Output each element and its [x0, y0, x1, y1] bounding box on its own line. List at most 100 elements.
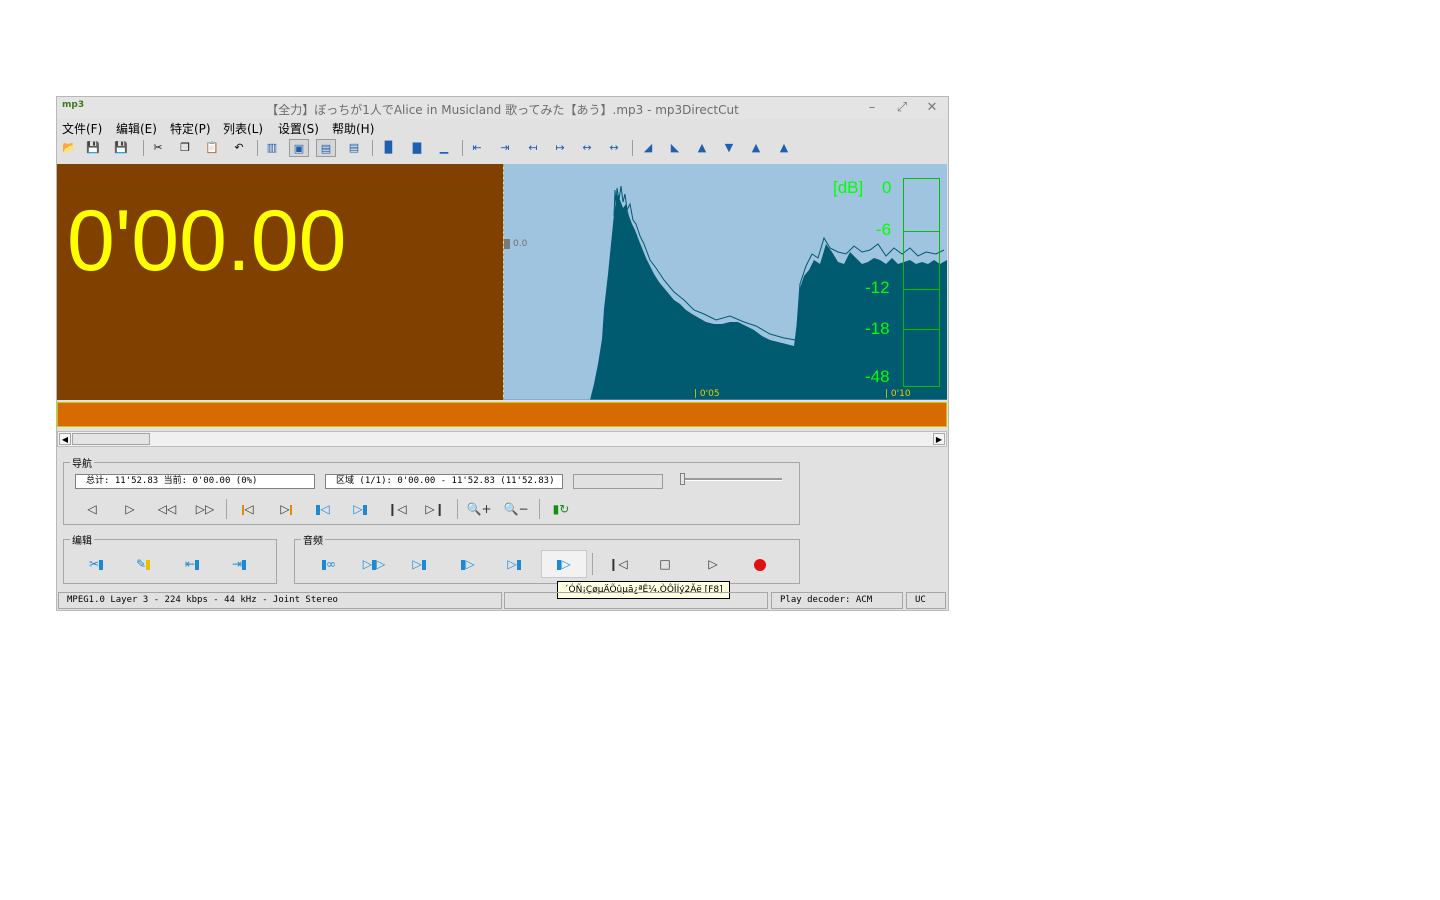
fade-in-icon[interactable]: ◢: [638, 139, 658, 157]
nav-next-cue-icon[interactable]: ▷: [272, 499, 300, 519]
copy-icon[interactable]: ❐: [175, 139, 195, 157]
nav-fast-forward-icon[interactable]: ▷▷: [191, 499, 219, 519]
time-display-panel: 0'00.00: [57, 164, 503, 400]
menu-edit[interactable]: 编辑(E): [116, 120, 157, 137]
db-unit-label: [dB]: [833, 178, 864, 197]
loop-icon[interactable]: ▮↻: [547, 499, 575, 519]
menu-special[interactable]: 特定(P): [170, 120, 211, 137]
position-info-field: 总计: 11'52.83 当前: 0'00.00 (0%): [75, 474, 315, 489]
status-uc: UC: [906, 592, 946, 609]
navigation-group-label: 导航: [70, 455, 94, 470]
edit-marker-icon[interactable]: ✎: [129, 554, 157, 574]
scroll-thumb[interactable]: [72, 433, 150, 445]
volume-slider-thumb[interactable]: [680, 473, 685, 485]
undo-icon[interactable]: ↶: [229, 139, 249, 157]
menu-file[interactable]: 文件(F): [62, 120, 102, 137]
db-label-48: -48: [865, 367, 890, 386]
close-button[interactable]: ✕: [923, 99, 941, 117]
db-label-0: 0: [882, 178, 892, 197]
nav-sel-end-icon[interactable]: ▷: [346, 499, 374, 519]
title-bar[interactable]: mp3 【全力】ぼっちが1人でAlice in Musicland 歌ってみた【…: [57, 97, 948, 119]
db-label-18: -18: [865, 319, 890, 338]
nav-file-begin-icon[interactable]: ❙◁: [383, 499, 411, 519]
audio-group-label: 音频: [301, 532, 325, 547]
menu-list[interactable]: 列表(L): [223, 120, 263, 137]
progress-field: [573, 474, 663, 489]
time-label-5s: | 0'05: [694, 389, 720, 399]
play-to-end-icon[interactable]: ▷: [500, 554, 528, 574]
nav-back-icon[interactable]: ◁: [78, 499, 106, 519]
toolbar: 📂 💾 💾 ✂ ❐ 📋 ↶ ▥ ▣ ▤ ▤ ▉ ▇ ▁ ⇤ ⇥ ↤ ↦ ↔ ↔ …: [57, 137, 948, 159]
play-from-begin-icon[interactable]: ▷: [454, 554, 482, 574]
menu-bar: 文件(F) 编辑(E) 特定(P) 列表(L) 设置(S) 帮助(H): [57, 119, 948, 137]
cut-icon[interactable]: ✂: [148, 139, 168, 157]
nav-sel-begin-icon[interactable]: ◁: [309, 499, 337, 519]
edit-set-begin-icon[interactable]: ⇤: [178, 554, 206, 574]
view-mode-3-icon[interactable]: ▤: [344, 139, 364, 157]
db-label-6: -6: [876, 220, 892, 239]
play-to-begin-icon[interactable]: ▷: [405, 554, 433, 574]
menu-help[interactable]: 帮助(H): [332, 120, 374, 137]
goto-end-icon[interactable]: ↦: [550, 139, 570, 157]
volume-down-icon[interactable]: ▼: [719, 139, 739, 157]
db-label-12: -12: [865, 278, 890, 297]
zoom-out-icon[interactable]: 🔍−: [502, 499, 530, 519]
goto-begin-icon[interactable]: ↤: [523, 139, 543, 157]
time-display: 0'00.00: [67, 193, 347, 289]
nav-fast-back-icon[interactable]: ◁◁: [153, 499, 181, 519]
time-label-10s: | 0'10: [885, 389, 911, 399]
status-format: MPEG1.0 Layer 3 - 224 kbps - 44 kHz - Jo…: [58, 592, 502, 609]
edit-set-end-icon[interactable]: ⇥: [225, 554, 253, 574]
edit-group-label: 编辑: [70, 532, 94, 547]
level-meter: [903, 178, 940, 387]
set-end-icon[interactable]: ⇥: [495, 139, 515, 157]
play-icon[interactable]: ▷: [699, 554, 727, 574]
edit-group: 编辑 ✂ ✎ ⇤ ⇥: [63, 532, 277, 584]
play-from-end-icon[interactable]: ▷: [541, 550, 587, 578]
region-marker[interactable]: [504, 239, 510, 249]
view-mode-2-icon[interactable]: ▤: [316, 139, 336, 157]
fade-out-icon[interactable]: ◣: [665, 139, 685, 157]
open-folder-icon[interactable]: 📂: [59, 139, 79, 157]
normalize-icon[interactable]: ▲: [746, 139, 766, 157]
status-decoder: Play decoder: ACM: [771, 592, 903, 609]
view-mode-1-icon[interactable]: ▣: [289, 139, 309, 157]
window-title: 【全力】ぼっちが1人でAlice in Musicland 歌ってみた【あう】.…: [266, 103, 739, 117]
rewind-icon[interactable]: ❙◁: [604, 554, 632, 574]
edit-cut-icon[interactable]: ✂: [82, 554, 110, 574]
set-begin-icon[interactable]: ⇤: [467, 139, 487, 157]
nav-file-end-icon[interactable]: ▷❙: [421, 499, 449, 519]
app-window: mp3 【全力】ぼっちが1人でAlice in Musicland 歌ってみた【…: [56, 96, 949, 611]
volume-slider-track[interactable]: [680, 478, 782, 481]
horizontal-scrollbar[interactable]: ◀ ▶: [57, 431, 947, 447]
paste-icon[interactable]: 📋: [202, 139, 222, 157]
menu-settings[interactable]: 设置(S): [278, 120, 319, 137]
stop-icon[interactable]: □: [651, 554, 679, 574]
play-loop-icon[interactable]: ∞: [309, 554, 349, 574]
zoom-in-icon[interactable]: 🔍+: [465, 499, 493, 519]
waveform-half-icon[interactable]: ▇: [407, 139, 427, 157]
move-begin-icon[interactable]: ↔: [577, 139, 597, 157]
region-info-field: 区域 (1/1): 0'00.00 - 11'52.83 (11'52.83): [325, 474, 563, 489]
marker-label: 0.0: [513, 239, 528, 249]
maximize-button[interactable]: ⤢: [893, 99, 911, 117]
scroll-left-icon[interactable]: ◀: [59, 433, 71, 445]
waveform-low-icon[interactable]: ▁: [434, 139, 454, 157]
audio-group: 音频 ∞ ▷ ▷ ▷ ▷ ▷ ▷ ❙◁ □ ▷: [294, 532, 800, 584]
selection-bar[interactable]: [57, 402, 947, 427]
status-middle: [504, 592, 768, 609]
nav-forward-icon[interactable]: ▷: [116, 499, 144, 519]
scroll-right-icon[interactable]: ▶: [933, 433, 945, 445]
volume-up-icon[interactable]: ▲: [692, 139, 712, 157]
record-icon[interactable]: [746, 554, 774, 574]
insert-silence-icon[interactable]: ▥: [262, 139, 282, 157]
waveform-panel[interactable]: 0.0 | 0'05 | 0'10 [dB] 0 -6 -12 -18 -48: [504, 164, 947, 400]
gain-icon[interactable]: ▲: [774, 139, 794, 157]
waveform-full-icon[interactable]: ▉: [379, 139, 399, 157]
save-list-icon[interactable]: 💾: [111, 139, 131, 157]
nav-prev-cue-icon[interactable]: ◁: [234, 499, 262, 519]
move-end-icon[interactable]: ↔: [604, 139, 624, 157]
play-selection-icon[interactable]: ▷ ▷: [353, 554, 395, 574]
minimize-button[interactable]: –: [863, 99, 881, 117]
save-icon[interactable]: 💾: [83, 139, 103, 157]
